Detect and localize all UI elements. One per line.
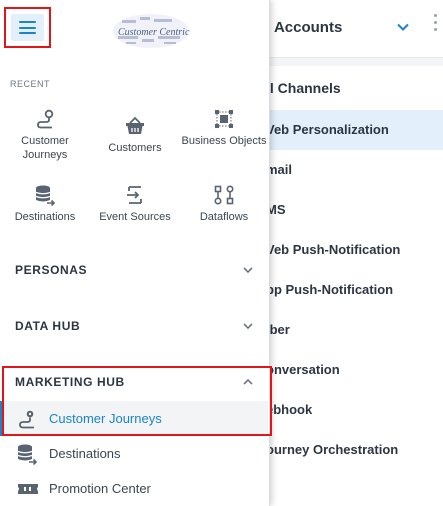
hub-personas[interactable]: PERSONAS xyxy=(0,248,270,292)
recent-tile-business-objects[interactable]: Business Objects xyxy=(179,108,269,148)
ticket-icon xyxy=(18,484,38,494)
recent-tile-event-sources[interactable]: Event Sources xyxy=(90,184,180,224)
tile-label: Customers xyxy=(108,142,162,154)
tile-label: Customer Journeys xyxy=(21,135,69,161)
basket-icon xyxy=(126,116,144,134)
recent-tile-customers[interactable]: Customers xyxy=(90,115,180,155)
tile-label: Destinations xyxy=(14,211,76,223)
nav-item-label: Destinations xyxy=(49,446,121,461)
hub-label: PERSONAS xyxy=(15,263,88,277)
recent-tile-customer-journeys[interactable]: Customer Journeys xyxy=(0,108,90,162)
objects-icon xyxy=(215,110,233,128)
recent-tile-destinations[interactable]: Destinations xyxy=(0,184,90,224)
chevron-down-icon xyxy=(243,267,253,274)
nav-item-destinations[interactable]: Destinations xyxy=(0,436,268,471)
hamburger-icon xyxy=(19,21,36,34)
account-selector-label[interactable]: ll Accounts xyxy=(262,19,342,36)
tile-label: Business Objects xyxy=(181,135,267,147)
recent-tile-dataflows[interactable]: Dataflows xyxy=(179,184,269,224)
chevron-down-icon xyxy=(243,323,253,330)
hub-data-hub[interactable]: DATA HUB xyxy=(0,304,270,348)
hub-label: DATA HUB xyxy=(15,319,81,333)
database-arrow-icon xyxy=(35,185,56,206)
brand-logo-text: Customer Centric xyxy=(118,27,190,38)
menu-button-highlight xyxy=(4,7,51,48)
event-source-icon xyxy=(127,186,142,204)
recent-heading: RECENT xyxy=(10,79,51,89)
hamburger-menu-button[interactable] xyxy=(11,14,44,41)
kebab-menu-icon[interactable] xyxy=(434,14,438,42)
chevron-down-icon[interactable] xyxy=(396,20,410,34)
database-arrow-icon xyxy=(17,444,38,465)
marketing-hub-highlight xyxy=(2,366,272,436)
tile-label: Dataflows xyxy=(199,211,249,223)
dataflow-icon xyxy=(214,185,234,205)
tile-label: Event Sources xyxy=(99,211,171,223)
nav-item-promotion-center[interactable]: Promotion Center xyxy=(0,471,268,506)
nav-item-label: Promotion Center xyxy=(49,481,151,496)
journey-icon xyxy=(37,109,54,129)
navigation-drawer: Customer Centric RECENT Customer Journey… xyxy=(0,0,272,506)
